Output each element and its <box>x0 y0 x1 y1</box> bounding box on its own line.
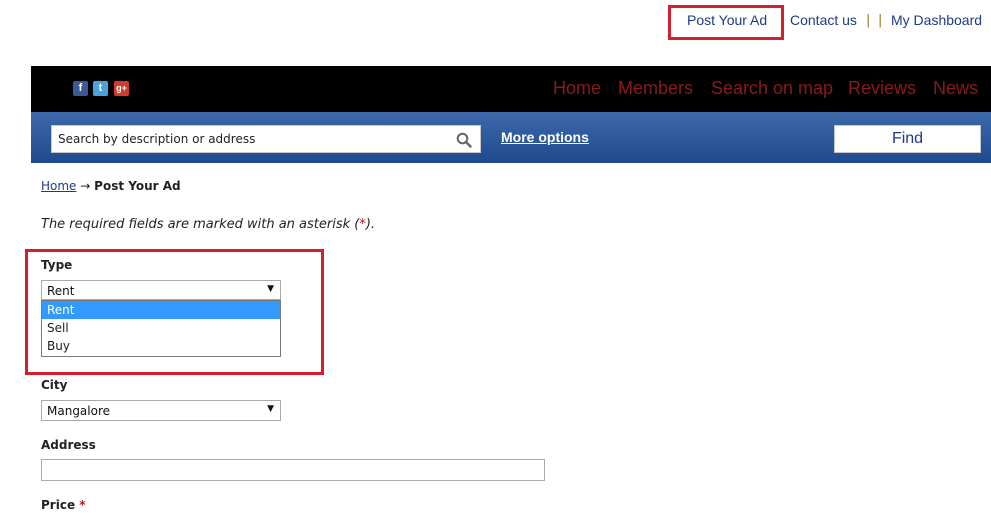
required-note-prefix: The required fields are marked with an a… <box>41 217 360 232</box>
chevron-down-icon: ▼ <box>267 284 274 294</box>
chevron-down-icon: ▼ <box>267 404 274 414</box>
city-select-value: Mangalore <box>47 404 111 418</box>
search-icon[interactable] <box>456 132 472 148</box>
nav-news[interactable]: News <box>933 78 978 99</box>
type-option-rent[interactable]: Rent <box>42 301 280 319</box>
required-note-suffix: ). <box>365 217 376 232</box>
googleplus-icon[interactable]: g+ <box>114 81 129 96</box>
nav-search-on-map[interactable]: Search on map <box>711 78 833 99</box>
price-label: Price * <box>41 498 86 512</box>
breadcrumb-home[interactable]: Home <box>41 179 76 193</box>
breadcrumb-current: Post Your Ad <box>94 179 181 193</box>
type-option-sell[interactable]: Sell <box>42 319 280 337</box>
twitter-icon[interactable]: t <box>93 81 108 96</box>
more-options-link[interactable]: More options <box>501 129 589 145</box>
price-label-text: Price <box>41 498 76 512</box>
nav-members[interactable]: Members <box>618 78 693 99</box>
search-bar: Search by description or address More op… <box>31 112 991 163</box>
my-dashboard-link[interactable]: My Dashboard <box>891 12 982 28</box>
contact-us-link[interactable]: Contact us <box>790 12 857 28</box>
city-select[interactable]: Mangalore ▼ <box>41 400 281 421</box>
search-input[interactable]: Search by description or address <box>51 125 481 153</box>
breadcrumb-arrow: → <box>80 179 91 193</box>
main-navbar: f t g+ Home Members Search on map Review… <box>31 66 991 112</box>
nav-home[interactable]: Home <box>553 78 601 99</box>
nav-reviews[interactable]: Reviews <box>848 78 916 99</box>
find-button[interactable]: Find <box>834 125 981 153</box>
address-label: Address <box>41 438 96 452</box>
search-placeholder: Search by description or address <box>58 132 256 146</box>
separator: | <box>866 13 871 28</box>
breadcrumb: Home → Post Your Ad <box>41 179 181 193</box>
price-required-asterisk: * <box>79 498 86 512</box>
required-note: The required fields are marked with an a… <box>41 217 375 232</box>
type-option-buy[interactable]: Buy <box>42 337 280 355</box>
post-ad-link[interactable]: Post Your Ad <box>687 12 767 28</box>
type-label: Type <box>41 258 73 272</box>
address-input[interactable] <box>41 459 545 481</box>
city-label: City <box>41 378 68 392</box>
separator: | <box>878 13 883 28</box>
type-options-list: Rent Sell Buy <box>41 300 281 357</box>
type-select-value: Rent <box>47 284 75 298</box>
type-select[interactable]: Rent ▼ <box>41 280 281 300</box>
facebook-icon[interactable]: f <box>73 81 88 96</box>
